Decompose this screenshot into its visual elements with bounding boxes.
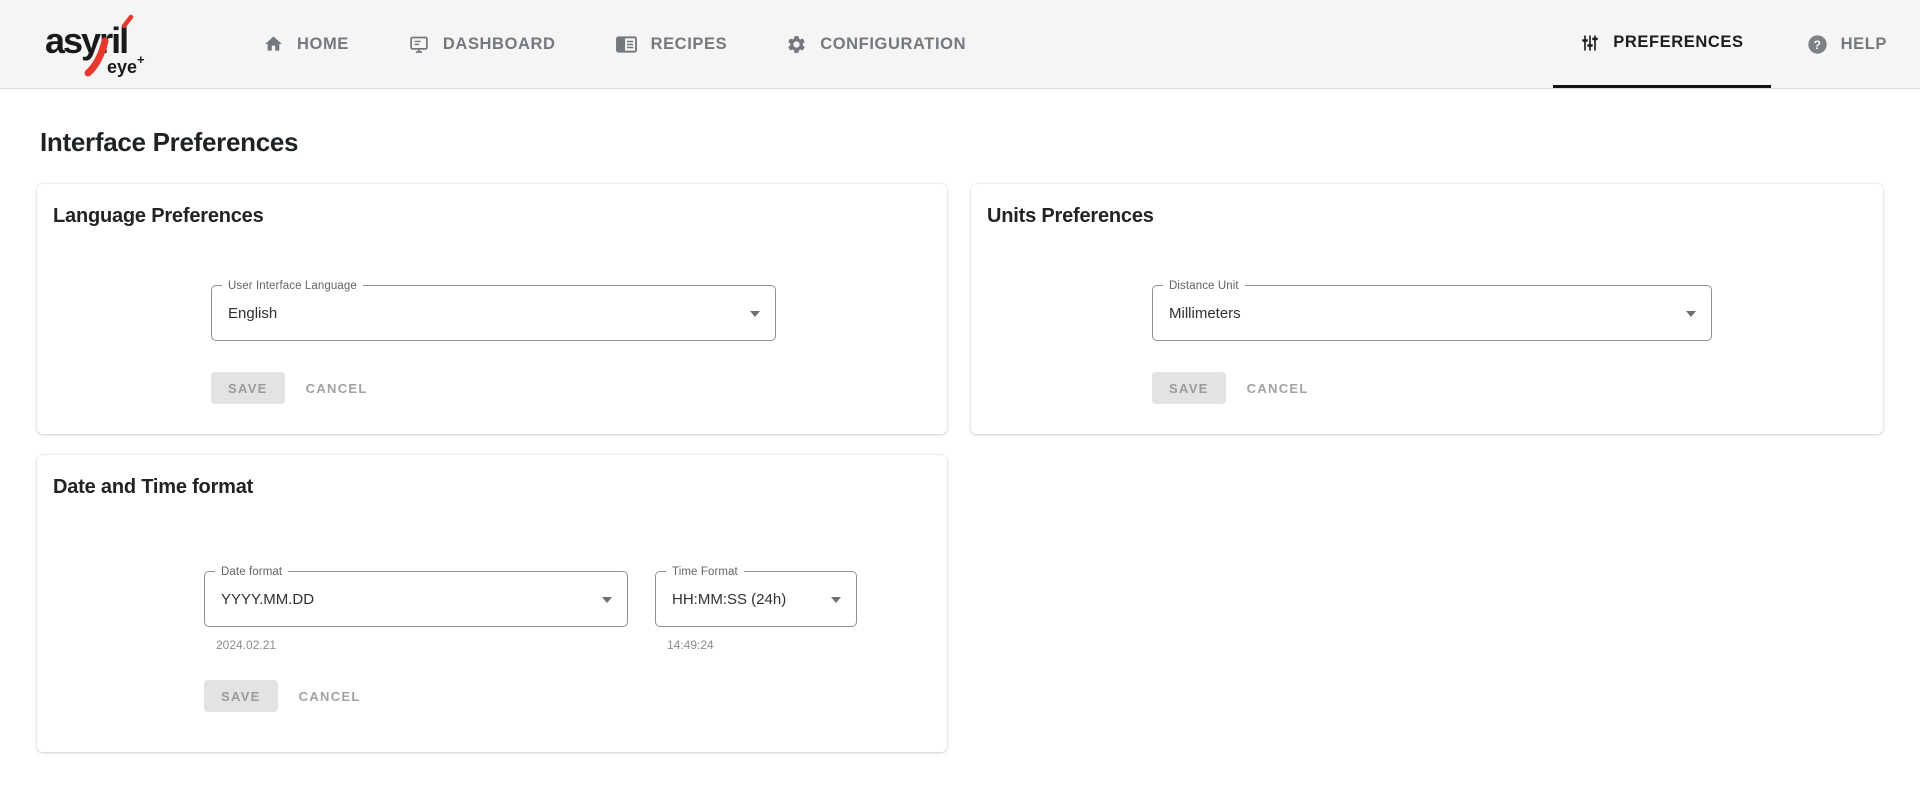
field-value: Millimeters xyxy=(1169,305,1241,322)
date-format-group: Date format YYYY.MM.DD 2024.02.21 xyxy=(204,571,628,652)
nav-item-label: HELP xyxy=(1841,35,1887,54)
date-format-select[interactable]: Date format YYYY.MM.DD xyxy=(204,571,628,627)
nav-item-label: DASHBOARD xyxy=(443,35,556,54)
nav-item-configuration[interactable]: CONFIGURATION xyxy=(786,0,966,88)
cards-grid: Language Preferences User Interface Lang… xyxy=(37,184,1920,752)
nav-item-recipes[interactable]: RECIPES xyxy=(615,0,728,88)
time-format-group: Time Format HH:MM:SS (24h) 14:49:24 xyxy=(655,571,857,652)
logo-sub-wordmark: eye xyxy=(107,57,137,77)
preferences-page: Interface Preferences Language Preferenc… xyxy=(0,126,1920,752)
nav-item-dashboard[interactable]: DASHBOARD xyxy=(408,0,556,88)
recipes-icon xyxy=(615,35,638,54)
button-row: SAVE CANCEL xyxy=(204,680,947,712)
units-preferences-card: Units Preferences Distance Unit Millimet… xyxy=(971,184,1883,434)
language-preferences-card: Language Preferences User Interface Lang… xyxy=(37,184,947,434)
nav-item-label: HOME xyxy=(297,35,349,54)
tune-icon xyxy=(1580,33,1600,53)
card-title: Units Preferences xyxy=(987,204,1883,229)
time-preview: 14:49:24 xyxy=(667,638,857,652)
field-value: HH:MM:SS (24h) xyxy=(672,591,786,608)
nav-item-help[interactable]: ? HELP xyxy=(1807,0,1887,88)
nav-item-label: PREFERENCES xyxy=(1613,33,1743,52)
dashboard-icon xyxy=(408,34,430,55)
card-title: Language Preferences xyxy=(53,204,947,229)
logo-plus: + xyxy=(137,52,145,67)
chevron-down-icon xyxy=(602,597,612,603)
main-nav: HOME DASHBOARD RECIPES xyxy=(263,0,1025,88)
save-button[interactable]: SAVE xyxy=(211,372,285,404)
asyril-eye-logo: asyril eye + xyxy=(45,11,195,77)
button-row: SAVE CANCEL xyxy=(211,372,947,404)
field-label: Distance Unit xyxy=(1163,278,1245,294)
date-preview: 2024.02.21 xyxy=(216,638,628,652)
logo-red-accent xyxy=(124,17,131,26)
home-icon xyxy=(263,34,284,54)
logo-wordmark: asyril xyxy=(45,20,127,61)
page-title: Interface Preferences xyxy=(40,126,1920,158)
nav-item-label: CONFIGURATION xyxy=(820,35,966,54)
gear-icon xyxy=(786,34,807,55)
save-button[interactable]: SAVE xyxy=(1152,372,1226,404)
help-icon: ? xyxy=(1807,34,1828,55)
field-row: Date format YYYY.MM.DD 2024.02.21 Time F… xyxy=(204,571,947,652)
card-title: Date and Time format xyxy=(53,475,947,500)
field-value: YYYY.MM.DD xyxy=(221,591,314,608)
field-value: English xyxy=(228,305,277,322)
nav-item-home[interactable]: HOME xyxy=(263,0,349,88)
chevron-down-icon xyxy=(750,311,760,317)
time-format-select[interactable]: Time Format HH:MM:SS (24h) xyxy=(655,571,857,627)
svg-text:?: ? xyxy=(1813,37,1821,51)
nav-item-label: RECIPES xyxy=(651,35,728,54)
date-time-format-card: Date and Time format Date format YYYY.MM… xyxy=(37,455,947,752)
top-navbar: asyril eye + HOME DASHBOARD xyxy=(0,0,1920,89)
field-label: User Interface Language xyxy=(222,278,363,294)
distance-unit-select[interactable]: Distance Unit Millimeters xyxy=(1152,285,1712,341)
ui-language-select[interactable]: User Interface Language English xyxy=(211,285,776,341)
chevron-down-icon xyxy=(1686,311,1696,317)
nav-item-preferences[interactable]: PREFERENCES xyxy=(1553,0,1770,88)
chevron-down-icon xyxy=(831,597,841,603)
field-label: Date format xyxy=(215,564,288,580)
cancel-button[interactable]: CANCEL xyxy=(306,372,368,404)
cancel-button[interactable]: CANCEL xyxy=(299,680,361,712)
cancel-button[interactable]: CANCEL xyxy=(1247,372,1309,404)
save-button[interactable]: SAVE xyxy=(204,680,278,712)
button-row: SAVE CANCEL xyxy=(1152,372,1883,404)
field-label: Time Format xyxy=(666,564,744,580)
secondary-nav: PREFERENCES ? HELP xyxy=(1553,0,1920,88)
